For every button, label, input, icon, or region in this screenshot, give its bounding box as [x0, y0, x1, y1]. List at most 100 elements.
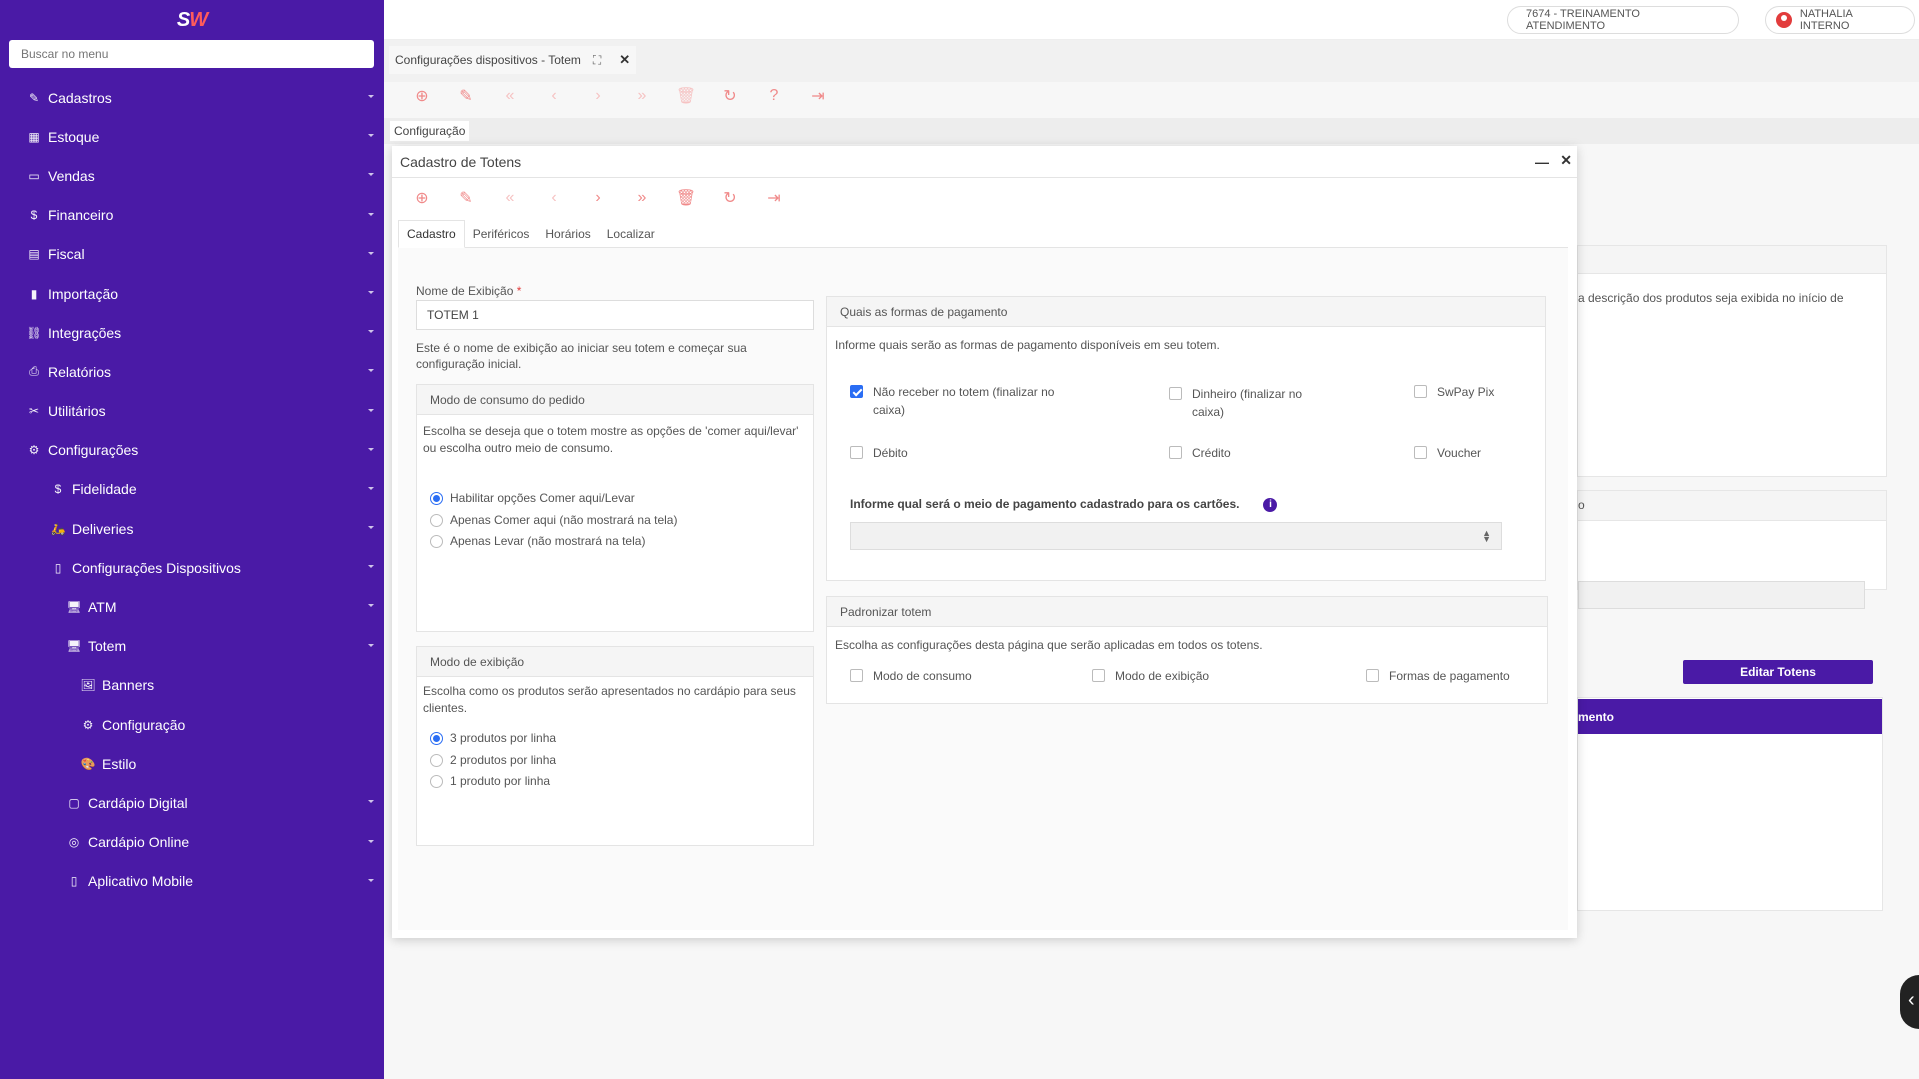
pagamento-option-swpay-pix[interactable]: SwPay Pix [1414, 383, 1494, 401]
add-icon[interactable]: ⊕ [400, 86, 444, 106]
import-icon: ▮ [30, 286, 38, 301]
sidebar-item-banners[interactable]: 🖼 Banners [0, 666, 384, 705]
dollar-icon: $ [54, 482, 62, 497]
radio-selected[interactable] [430, 731, 443, 745]
edit-totens-button[interactable]: Editar Totens [1683, 660, 1873, 684]
checkbox-label: Modo de consumo [873, 669, 972, 683]
tablet-icon: ▯ [54, 560, 62, 575]
radio[interactable] [430, 513, 443, 527]
minimize-icon[interactable]: — [1535, 154, 1549, 170]
radio[interactable] [430, 753, 443, 767]
close-icon[interactable]: ✕ [1560, 152, 1572, 169]
tab-localizar[interactable]: Localizar [599, 220, 663, 247]
add-icon[interactable]: ⊕ [400, 188, 444, 208]
checkbox[interactable] [1169, 446, 1182, 459]
radio[interactable] [430, 774, 443, 788]
checkbox[interactable] [1414, 446, 1427, 459]
display-name-input[interactable] [416, 300, 814, 330]
exibicao-option-1[interactable]: 1 produto por linha [430, 774, 550, 788]
pagamento-option-nao-receber[interactable]: Não receber no totem (finalizar no caixa… [850, 383, 1060, 419]
sidebar-item-configuracao[interactable]: ⚙ Configuração [0, 705, 384, 744]
app-logo[interactable]: SW [0, 0, 384, 40]
sidebar-item-cadastros[interactable]: ✎ Cadastros [0, 78, 384, 117]
checkbox[interactable] [1366, 669, 1379, 682]
tab-configuracoes-dispositivos-totem[interactable]: Configurações dispositivos - Totem ⛶ ✕ [389, 46, 637, 74]
checkbox[interactable] [850, 669, 863, 682]
sidebar-item-atm[interactable]: 🖥 ATM [0, 587, 384, 626]
edit-icon[interactable]: ✎ [444, 86, 488, 106]
sidebar-item-configuracoes[interactable]: ⚙ Configurações [0, 431, 384, 470]
prev-icon[interactable]: ‹ [532, 87, 576, 105]
sidebar-item-financeiro[interactable]: $ Financeiro [0, 196, 384, 235]
expand-icon[interactable]: ⛶ [593, 53, 601, 68]
pagamento-option-credito[interactable]: Crédito [1169, 444, 1231, 462]
exibicao-option-2[interactable]: 2 produtos por linha [430, 753, 556, 767]
tab-perifericos[interactable]: Periféricos [465, 220, 538, 247]
next-icon[interactable]: › [576, 189, 620, 207]
last-icon[interactable]: » [620, 87, 664, 105]
checkbox[interactable] [1169, 387, 1182, 400]
sidebar-item-deliveries[interactable]: 🛵 Deliveries [0, 509, 384, 548]
padronizar-formas-pagamento[interactable]: Formas de pagamento [1366, 667, 1510, 685]
sidebar-item-aplicativo-mobile[interactable]: ▯ Aplicativo Mobile [0, 862, 384, 901]
pagamento-option-voucher[interactable]: Voucher [1414, 444, 1481, 462]
sidebar-item-importacao[interactable]: ▮ Importação [0, 274, 384, 313]
checkbox[interactable] [1092, 669, 1105, 682]
user-menu[interactable]: NATHALIA INTERNO [1765, 6, 1915, 34]
first-icon[interactable]: « [488, 189, 532, 207]
sidebar-item-configuracoes-dispositivos[interactable]: ▯ Configurações Dispositivos [0, 548, 384, 587]
pagamento-option-dinheiro[interactable]: Dinheiro (finalizar no caixa) [1169, 385, 1309, 421]
sidebar-item-cardapio-online[interactable]: ◎ Cardápio Online [0, 823, 384, 862]
sidebar-item-fiscal[interactable]: ▤ Fiscal [0, 235, 384, 274]
sidebar-item-vendas[interactable]: ▭ Vendas [0, 156, 384, 195]
cards-payment-select[interactable]: ▲ ▼ [850, 522, 1502, 550]
tab-horarios[interactable]: Horários [537, 220, 598, 247]
next-icon[interactable]: › [576, 87, 620, 105]
sidebar-item-totem[interactable]: 🖥 Totem [0, 627, 384, 666]
sidebar-item-cardapio-digital[interactable]: ▢ Cardápio Digital [0, 783, 384, 822]
refresh-icon[interactable]: ↻ [708, 86, 752, 106]
sidebar-item-fidelidade[interactable]: $ Fidelidade [0, 470, 384, 509]
sidebar-item-estoque[interactable]: ▦ Estoque [0, 117, 384, 156]
edit-icon[interactable]: ✎ [444, 188, 488, 208]
exit-icon[interactable]: ⇥ [752, 188, 796, 208]
delete-icon[interactable]: 🗑 [664, 188, 708, 208]
refresh-icon[interactable]: ↻ [708, 188, 752, 208]
environment-selector[interactable]: 7674 - TREINAMENTO ATENDIMENTO [1507, 6, 1739, 34]
pagamento-option-debito[interactable]: Débito [850, 444, 908, 462]
padronizar-modo-exibicao[interactable]: Modo de exibição [1092, 667, 1209, 685]
menu-search-input[interactable] [9, 40, 374, 68]
prev-icon[interactable]: ‹ [532, 189, 576, 207]
checkbox[interactable] [1414, 385, 1427, 398]
radio[interactable] [430, 534, 443, 548]
exibicao-option-3[interactable]: 3 produtos por linha [430, 731, 556, 745]
sidebar-item-relatorios[interactable]: ⎙ Relatórios [0, 352, 384, 391]
consumo-option-comer-levar[interactable]: Habilitar opções Comer aqui/Levar [430, 491, 635, 505]
last-icon[interactable]: » [620, 189, 664, 207]
background-panel-1 [1577, 245, 1887, 477]
sidebar-item-estilo[interactable]: 🎨 Estilo [0, 744, 384, 783]
sidebar-item-label: Cardápio Online [88, 834, 190, 851]
help-icon[interactable]: ? [752, 87, 796, 105]
padronizar-modo-consumo[interactable]: Modo de consumo [850, 667, 972, 685]
consumo-option-comer-aqui[interactable]: Apenas Comer aqui (não mostrará na tela) [430, 513, 677, 527]
tab-cadastro[interactable]: Cadastro [398, 220, 465, 248]
sidebar-item-label: Estilo [102, 755, 137, 772]
sidebar-item-utilitarios[interactable]: ✂ Utilitários [0, 392, 384, 431]
sidebar-item-integracoes[interactable]: ⛓ Integrações [0, 313, 384, 352]
checkbox[interactable] [850, 446, 863, 459]
tab-configuracao[interactable]: Configuração [390, 121, 470, 141]
consumo-option-levar[interactable]: Apenas Levar (não mostrará na tela) [430, 534, 645, 548]
first-icon[interactable]: « [488, 87, 532, 105]
background-letter: o [1578, 498, 1585, 512]
info-icon[interactable]: i [1263, 497, 1278, 512]
delete-icon[interactable]: 🗑 [664, 86, 708, 106]
close-tab-icon[interactable]: ✕ [619, 52, 630, 68]
exit-icon[interactable]: ⇥ [796, 86, 840, 106]
background-purple-header: mento [1578, 699, 1882, 734]
checkbox-checked[interactable] [850, 385, 863, 398]
radio-selected[interactable] [430, 491, 443, 505]
topbar: 7674 - TREINAMENTO ATENDIMENTO NATHALIA … [384, 0, 1919, 40]
side-handle-chevron-left-icon[interactable] [1900, 975, 1919, 1029]
background-select[interactable] [1578, 581, 1865, 609]
